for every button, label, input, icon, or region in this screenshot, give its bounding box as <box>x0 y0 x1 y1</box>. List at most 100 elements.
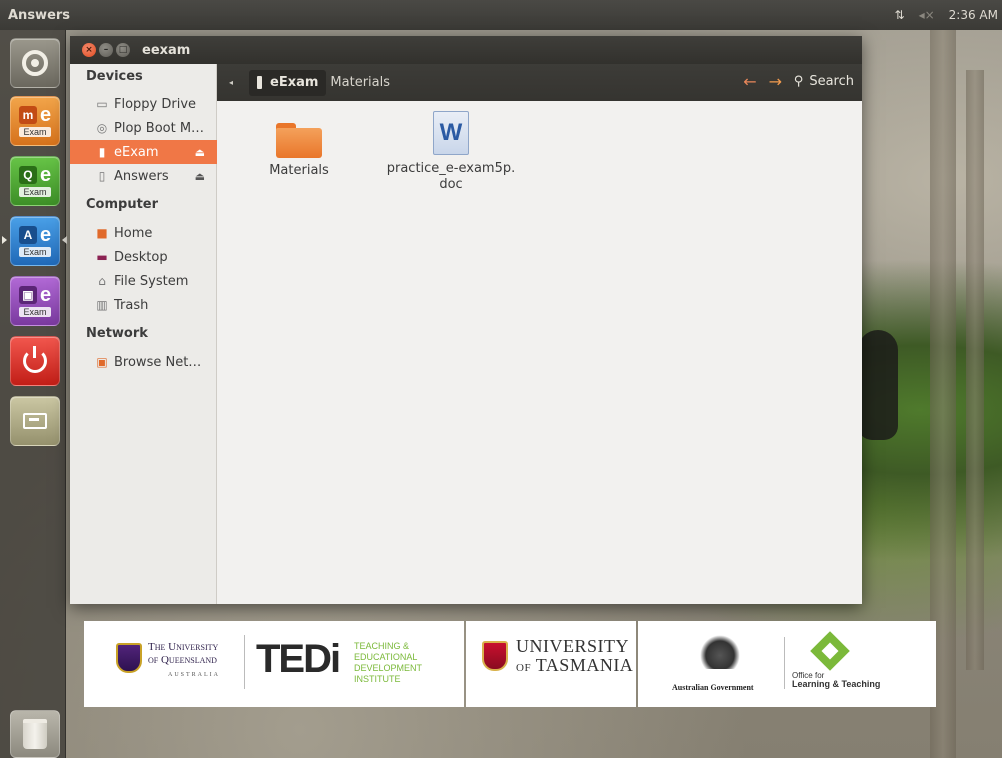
eject-icon[interactable]: ⏏ <box>195 146 205 159</box>
focused-indicator-icon <box>62 236 67 244</box>
disc-icon: ◎ <box>96 121 108 135</box>
launcher-shutdown[interactable] <box>10 336 60 386</box>
indicator-area: ⇅ ◂× 2:36 AM <box>895 0 1002 30</box>
breadcrumb-materials[interactable]: Materials <box>330 75 390 90</box>
background-shadow <box>858 330 898 440</box>
file-view: Materials W practice_e-exam5p. doc <box>217 101 862 604</box>
sidebar-item-floppy-drive[interactable]: ▭ Floppy Drive <box>70 92 217 116</box>
uq-line3: AUSTRALIA <box>168 672 220 678</box>
drive-icon: ⌂ <box>98 274 106 288</box>
utas-line1: UNIVERSITY <box>516 636 629 656</box>
trash-icon: ▥ <box>96 298 108 312</box>
network-icon: ▣ <box>96 355 108 369</box>
sidebar-item-file-system[interactable]: ⌂ File System <box>70 269 217 293</box>
presentation-badge-icon: ▣ <box>18 285 37 304</box>
launcher-m-exam[interactable]: m e Exam <box>10 96 60 146</box>
power-icon <box>23 346 47 373</box>
places-sidebar: Devices ▭ Floppy Drive ◎ Plop Boot M… ▮ … <box>70 64 217 604</box>
logo-divider <box>244 635 245 689</box>
launcher-a-exam[interactable]: A e Exam <box>10 216 60 266</box>
sidebar-item-label: Answers <box>114 168 169 184</box>
active-indicator-icon <box>2 236 7 244</box>
olt-text: Office for Learning & Teaching <box>792 671 880 689</box>
clock[interactable]: 2:36 AM <box>949 8 998 22</box>
launcher-label: Exam <box>19 306 51 317</box>
eject-icon[interactable]: ⏏ <box>195 170 205 183</box>
file-label: practice_e-exam5p. doc <box>387 161 516 193</box>
exam-e-letter: e <box>39 103 52 126</box>
sidebar-item-plop-boot[interactable]: ◎ Plop Boot M… <box>70 116 217 140</box>
file-label-line2: doc <box>439 177 463 192</box>
gov-text: Australian Government <box>672 683 754 692</box>
launcher-trash[interactable] <box>10 710 60 758</box>
sponsor-logo-banner: The University of Queensland AUSTRALIA T… <box>84 621 936 707</box>
computer-header: Computer <box>86 197 159 212</box>
home-folder-icon: ■ <box>96 226 108 240</box>
uq-line2: of Queensland <box>148 654 217 666</box>
ubuntu-logo-icon <box>22 50 48 76</box>
search-button[interactable]: ⚲ Search <box>794 74 854 89</box>
path-scroll-left-icon[interactable]: ◂ <box>229 78 233 87</box>
usb-icon <box>257 76 263 89</box>
usb-icon: ▯ <box>98 169 106 183</box>
file-item-practice-doc[interactable]: W practice_e-exam5p. doc <box>381 111 521 193</box>
back-arrow-icon[interactable]: ← <box>743 72 756 91</box>
launcher-label: Exam <box>19 246 51 257</box>
sidebar-item-home[interactable]: ■ Home <box>70 221 217 245</box>
sidebar-item-label: Home <box>114 225 153 241</box>
utas-of: OF <box>516 662 532 674</box>
tedi-line1: TEACHING & EDUCATIONAL <box>354 641 418 662</box>
window-close-button[interactable]: × <box>82 43 96 57</box>
window-maximize-button[interactable]: □ <box>116 43 130 57</box>
trash-can-icon <box>23 719 47 749</box>
m-badge-icon: m <box>18 105 37 124</box>
sidebar-item-label: Floppy Drive <box>114 96 197 112</box>
sidebar-item-desktop[interactable]: ▬ Desktop <box>70 245 217 269</box>
utas-logo-text: UNIVERSITY OF TASMANIA <box>516 637 633 678</box>
file-manager-window: × – □ eexam Devices ▭ Floppy Drive ◎ Plo… <box>70 36 862 604</box>
utas-logo-panel: UNIVERSITY OF TASMANIA <box>466 621 636 707</box>
exam-e-letter: e <box>39 223 52 246</box>
window-minimize-button[interactable]: – <box>99 43 113 57</box>
a-badge-icon: A <box>18 225 37 244</box>
sidebar-item-label: eExam <box>114 144 159 160</box>
sidebar-item-eexam[interactable]: ▮ eExam ⏏ <box>70 140 217 164</box>
active-app-title: Answers <box>8 7 71 23</box>
launcher-label: Exam <box>19 126 51 137</box>
network-updown-icon[interactable]: ⇅ <box>895 8 905 22</box>
sidebar-item-label: Trash <box>114 297 149 313</box>
sidebar-item-answers[interactable]: ▯ Answers ⏏ <box>70 164 217 188</box>
window-titlebar[interactable]: × – □ eexam <box>70 36 862 64</box>
desktop-icon: ▬ <box>96 250 108 264</box>
search-label: Search <box>809 74 854 89</box>
gov-olt-logo-panel: Australian Government Office for Learnin… <box>638 621 936 707</box>
launcher-workspace[interactable] <box>10 396 60 446</box>
sidebar-item-trash[interactable]: ▥ Trash <box>70 293 217 317</box>
volume-muted-icon[interactable]: ◂× <box>919 8 935 22</box>
launcher-q-exam[interactable]: Q e Exam <box>10 156 60 206</box>
breadcrumb-label: eExam <box>270 75 319 90</box>
file-item-materials[interactable]: Materials <box>229 119 369 179</box>
tedi-logo: TEDi <box>256 637 341 681</box>
sidebar-item-label: Desktop <box>114 249 168 265</box>
uq-logo-text: The University of Queensland AUSTRALIA <box>148 641 220 682</box>
utas-crest-icon <box>482 641 508 671</box>
launcher-presentation-exam[interactable]: ▣ e Exam <box>10 276 60 326</box>
background-tree <box>966 70 984 670</box>
search-icon: ⚲ <box>793 74 804 89</box>
window-icon <box>23 413 47 429</box>
dash-home-button[interactable] <box>10 38 60 88</box>
file-label-line1: practice_e-exam5p. <box>386 161 516 176</box>
breadcrumb-eexam[interactable]: eExam <box>249 69 327 96</box>
utas-line2: TASMANIA <box>535 655 634 675</box>
window-title: eexam <box>142 42 191 58</box>
sidebar-item-browse-network[interactable]: ▣ Browse Net… <box>70 350 217 374</box>
uq-line1: The University <box>148 641 219 653</box>
exam-e-letter: e <box>39 283 52 306</box>
floppy-icon: ▭ <box>96 97 108 111</box>
tedi-subtitle: TEACHING & EDUCATIONAL DEVELOPMENT INSTI… <box>354 641 464 685</box>
forward-arrow-icon[interactable]: → <box>769 72 782 91</box>
tedi-line2: DEVELOPMENT INSTITUTE <box>354 663 422 684</box>
uq-crest-icon <box>116 643 142 673</box>
coat-of-arms-icon <box>700 635 740 669</box>
